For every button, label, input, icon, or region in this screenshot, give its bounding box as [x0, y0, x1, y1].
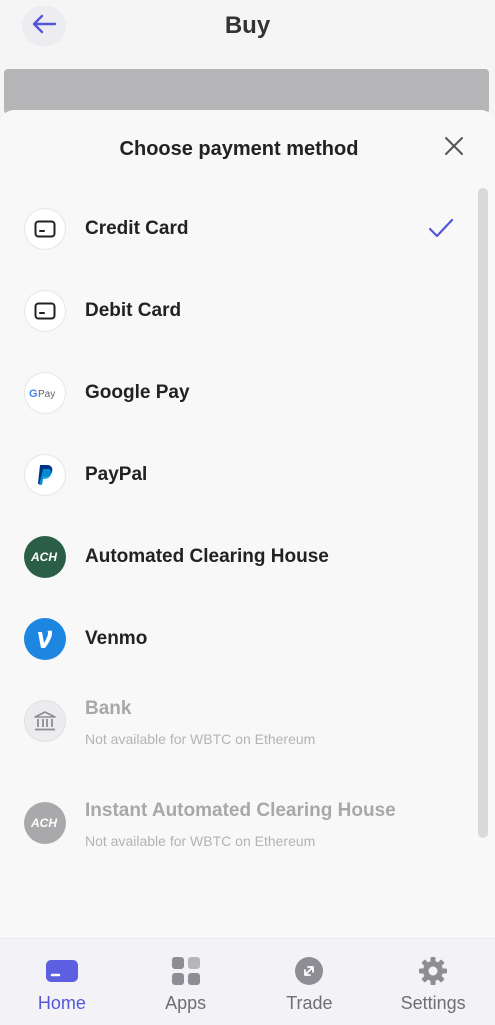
- nav-home[interactable]: Home: [0, 939, 124, 1025]
- trade-icon: [292, 955, 326, 987]
- close-icon: [444, 136, 464, 161]
- scrollbar[interactable]: [478, 188, 488, 838]
- apps-grid-icon: [169, 955, 203, 987]
- method-label: Venmo: [85, 628, 148, 649]
- page-title: Buy: [224, 12, 271, 39]
- nav-trade[interactable]: Trade: [248, 939, 372, 1025]
- nav-label: Settings: [400, 993, 466, 1013]
- nav-label: Home: [37, 993, 86, 1013]
- home-icon: [45, 955, 79, 987]
- svg-text:ACH: ACH: [30, 816, 57, 830]
- payment-method-sheet: Choose payment method Credit Card Debit …: [0, 110, 495, 938]
- method-paypal[interactable]: PayPal: [0, 434, 470, 516]
- method-unavailable-note: Not available for WBTC on Ethereum: [85, 833, 316, 849]
- svg-text:G: G: [29, 388, 38, 400]
- sheet-title: Choose payment method: [119, 138, 359, 160]
- credit-card-icon: [24, 208, 66, 250]
- nav-label: Trade: [286, 993, 333, 1013]
- top-bar: Buy: [0, 0, 495, 64]
- method-google-pay[interactable]: G Pay Google Pay: [0, 352, 470, 434]
- ach-icon: ACH: [24, 536, 66, 578]
- method-debit-card[interactable]: Debit Card: [0, 270, 470, 352]
- sheet-header: Choose payment method: [0, 110, 495, 186]
- method-label: Debit Card: [85, 300, 182, 321]
- bank-icon: [24, 700, 66, 742]
- method-label: Bank: [85, 698, 132, 719]
- bottom-nav: Home Apps Trade Settings: [0, 938, 495, 1025]
- method-ach[interactable]: ACH Automated Clearing House: [0, 516, 470, 598]
- nav-label: Apps: [165, 993, 207, 1013]
- payment-methods-list: Credit Card Debit Card G Pay Google Pay …: [0, 188, 470, 884]
- dimmed-background: [4, 69, 489, 114]
- ach-icon: ACH: [24, 802, 66, 844]
- method-label: PayPal: [85, 464, 148, 485]
- venmo-icon: [24, 618, 66, 660]
- method-label: Instant Automated Clearing House: [85, 800, 396, 821]
- method-unavailable-note: Not available for WBTC on Ethereum: [85, 731, 316, 747]
- paypal-icon: [24, 454, 66, 496]
- nav-settings[interactable]: Settings: [371, 939, 495, 1025]
- nav-apps[interactable]: Apps: [124, 939, 248, 1025]
- method-venmo[interactable]: Venmo: [0, 598, 470, 680]
- method-credit-card[interactable]: Credit Card: [0, 188, 470, 270]
- method-instant-ach: ACH Instant Automated Clearing House Not…: [0, 782, 470, 884]
- gear-icon: [416, 955, 450, 987]
- debit-card-icon: [24, 290, 66, 332]
- method-label: Google Pay: [85, 382, 190, 403]
- svg-text:ACH: ACH: [30, 550, 57, 564]
- svg-text:Pay: Pay: [38, 389, 55, 400]
- checkmark-icon: [428, 217, 454, 239]
- method-bank: Bank Not available for WBTC on Ethereum: [0, 680, 470, 782]
- method-label: Credit Card: [85, 218, 189, 239]
- close-button[interactable]: [440, 134, 468, 162]
- google-pay-icon: G Pay: [24, 372, 66, 414]
- method-label: Automated Clearing House: [85, 546, 329, 567]
